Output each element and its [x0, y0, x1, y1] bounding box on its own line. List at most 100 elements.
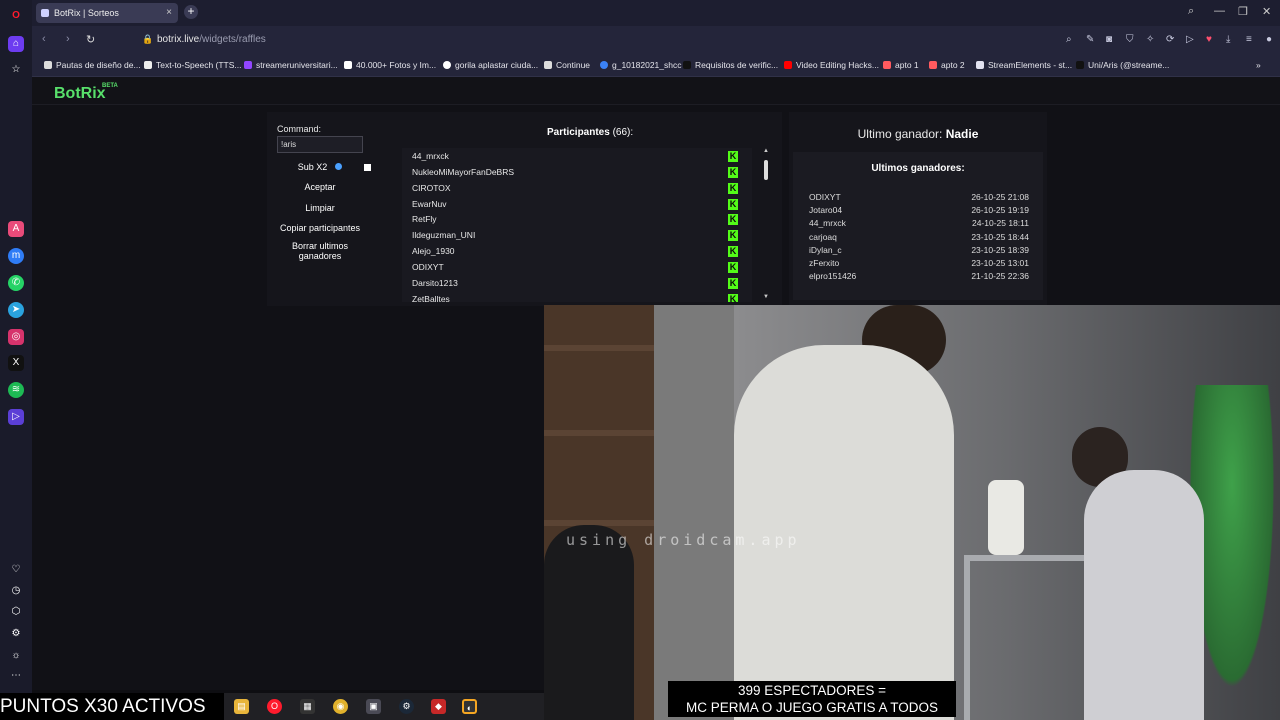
back-icon[interactable]: ‹	[42, 33, 46, 45]
address-bar: ‹ › ↻ 🔒 botrix.live/widgets/raffles ⌕ ✎ …	[32, 26, 1280, 53]
file-explorer-icon[interactable]: ▤	[234, 699, 249, 714]
maximize-icon[interactable]: ❐	[1238, 5, 1248, 18]
webcam-feed: using droidcam.app 399 ESPECTADORES = MC…	[544, 305, 1280, 720]
participant-row: RetFly K	[412, 214, 738, 225]
menu-icon[interactable]: ≡	[1246, 34, 1252, 45]
taskbar: ▤ O ▦ ◉ ▣ ⚙ ◆ ◐	[224, 693, 544, 720]
extensions-icon[interactable]: ✧	[1146, 34, 1154, 45]
tab-botrix-sorteos[interactable]: BotRix | Sorteos ×	[36, 3, 178, 23]
page-icon	[544, 61, 552, 69]
aria-ai-icon[interactable]: A	[8, 221, 24, 237]
beta-badge: BETA	[102, 83, 118, 89]
app-red-icon[interactable]: ◆	[431, 699, 446, 714]
forward-icon[interactable]: ›	[66, 33, 70, 45]
lightbulb-icon[interactable]: ☼	[8, 648, 24, 664]
bookmark-item[interactable]: apto 1	[883, 60, 919, 70]
sync-icon[interactable]: ⟳	[1166, 34, 1174, 45]
foreground-figure	[544, 525, 634, 720]
opera-sidebar: O ⌂ ☆ A m ✆ ➤ ◎ X ≋ ▷ ♡ ◷ ⬡ ⚙ ☼ ⋯	[0, 0, 32, 720]
url-field[interactable]: botrix.live/widgets/raffles	[157, 34, 266, 45]
kick-icon: K	[728, 214, 738, 225]
opera-icon[interactable]: O	[267, 699, 282, 714]
bookmark-item[interactable]: gorila aplastar ciuda...	[443, 60, 538, 70]
close-window-icon[interactable]: ✕	[1262, 5, 1271, 18]
airbnb-icon	[883, 61, 891, 69]
new-tab-button[interactable]: +	[184, 5, 198, 19]
info-icon[interactable]	[335, 163, 343, 170]
calculator-icon[interactable]: ▣	[366, 699, 381, 714]
command-label: Command:	[277, 124, 322, 134]
download-icon[interactable]: ⤓	[1226, 34, 1230, 45]
sub-x2-checkbox[interactable]	[364, 164, 371, 171]
accept-button[interactable]: Aceptar	[277, 182, 363, 192]
kick-icon: K	[728, 230, 738, 241]
instagram-icon[interactable]: ◎	[8, 329, 24, 345]
profile-icon[interactable]: ●	[1266, 34, 1272, 45]
bookmark-item[interactable]: Uni/Aris (@streame...	[1076, 60, 1169, 70]
scroll-down-icon[interactable]: ▼	[763, 294, 769, 300]
bookmark-item[interactable]: Video Editing Hacks...	[784, 60, 879, 70]
search-icon[interactable]: ⌕	[1066, 34, 1072, 45]
twitch-icon	[244, 61, 252, 69]
winner-row: ODIXYT 26-10-25 21:08	[809, 192, 1029, 202]
bookmark-item[interactable]: apto 2	[929, 60, 965, 70]
messenger-icon[interactable]: m	[8, 248, 24, 264]
botrix-header: BotRix BETA	[32, 77, 1280, 105]
app-icon[interactable]: ▦	[300, 699, 315, 714]
command-input[interactable]	[277, 136, 363, 153]
copy-participants-button[interactable]: Copiar participantes	[272, 223, 368, 233]
settings-gear-icon[interactable]: ⚙	[8, 626, 24, 642]
more-dots-icon[interactable]: ⋯	[8, 668, 24, 684]
play-icon[interactable]: ▷	[1186, 34, 1194, 45]
winner-row: 44_mrxck 24-10-25 18:11	[809, 218, 1029, 228]
edit-icon[interactable]: ✎	[1086, 34, 1094, 45]
player-icon[interactable]: ▷	[8, 409, 24, 425]
participant-row: CIROTOX K	[412, 183, 738, 194]
bookmark-item[interactable]: streameruniversitari...	[244, 60, 338, 70]
heart-icon[interactable]: ♥	[1206, 34, 1212, 45]
spotify-icon[interactable]: ≋	[8, 382, 24, 398]
delete-winners-button[interactable]: Borrar ultimos ganadores	[285, 241, 355, 261]
clear-button[interactable]: Limpiar	[277, 203, 363, 213]
shield-icon[interactable]: ⛉	[1126, 34, 1134, 45]
opera-logo-icon[interactable]: O	[8, 8, 24, 24]
scroll-thumb[interactable]	[764, 160, 768, 180]
camera-icon[interactable]: ◙	[1106, 34, 1112, 45]
star-icon[interactable]: ☆	[8, 62, 24, 78]
bookmark-item[interactable]: Text-to-Speech (TTS...	[144, 60, 242, 70]
participant-row: ZetBalltes K	[412, 291, 752, 302]
tab-strip: BotRix | Sorteos × + ⌕ — ❐ ✕	[32, 0, 1280, 26]
x-twitter-icon[interactable]: X	[8, 355, 24, 371]
bookmark-item[interactable]: 40.000+ Fotos y Im...	[344, 60, 436, 70]
bookmark-item[interactable]: g_10182021_shcc	[600, 60, 681, 70]
participant-row: 44_mrxck K	[412, 151, 738, 162]
bookmark-item[interactable]: Requisitos de verific...	[683, 60, 778, 70]
cloud-icon	[600, 61, 608, 69]
minimize-icon[interactable]: —	[1214, 5, 1225, 17]
scroll-up-icon[interactable]: ▲	[763, 148, 769, 154]
bookmark-item[interactable]: StreamElements - st...	[976, 60, 1072, 70]
search-tabs-icon[interactable]: ⌕	[1188, 5, 1194, 18]
chrome-icon[interactable]: ◉	[333, 699, 348, 714]
heart-icon[interactable]: ♡	[8, 562, 24, 578]
sub-x2-option[interactable]: Sub X2	[277, 162, 363, 172]
telegram-icon[interactable]: ➤	[8, 302, 24, 318]
steam-icon[interactable]: ⚙	[399, 699, 414, 714]
home-icon[interactable]: ⌂	[8, 36, 24, 52]
url-path: /widgets/raffles	[199, 34, 266, 45]
participants-scrollbar[interactable]: ▲ ▼	[763, 148, 769, 300]
tts-icon	[144, 61, 152, 69]
participants-list[interactable]: 44_mrxck K NukleoMiMayorFanDeBRS K CIROTOX…	[402, 148, 752, 302]
botrix-logo[interactable]: BotRix BETA	[54, 83, 118, 103]
bookmark-item[interactable]: Continue	[544, 60, 590, 70]
bookmark-item[interactable]: Pautas de diseño de...	[44, 60, 141, 70]
obs-icon[interactable]: ◐	[462, 699, 477, 714]
participants-title: Participantes (66):	[547, 127, 634, 138]
tab-close-icon[interactable]: ×	[166, 3, 172, 23]
bookmark-overflow-icon[interactable]: »	[1256, 60, 1261, 70]
history-icon[interactable]: ◷	[8, 583, 24, 599]
participant-row: EwarNuv K	[412, 199, 738, 210]
reload-icon[interactable]: ↻	[86, 33, 95, 46]
whatsapp-icon[interactable]: ✆	[8, 275, 24, 291]
box-icon[interactable]: ⬡	[8, 604, 24, 620]
